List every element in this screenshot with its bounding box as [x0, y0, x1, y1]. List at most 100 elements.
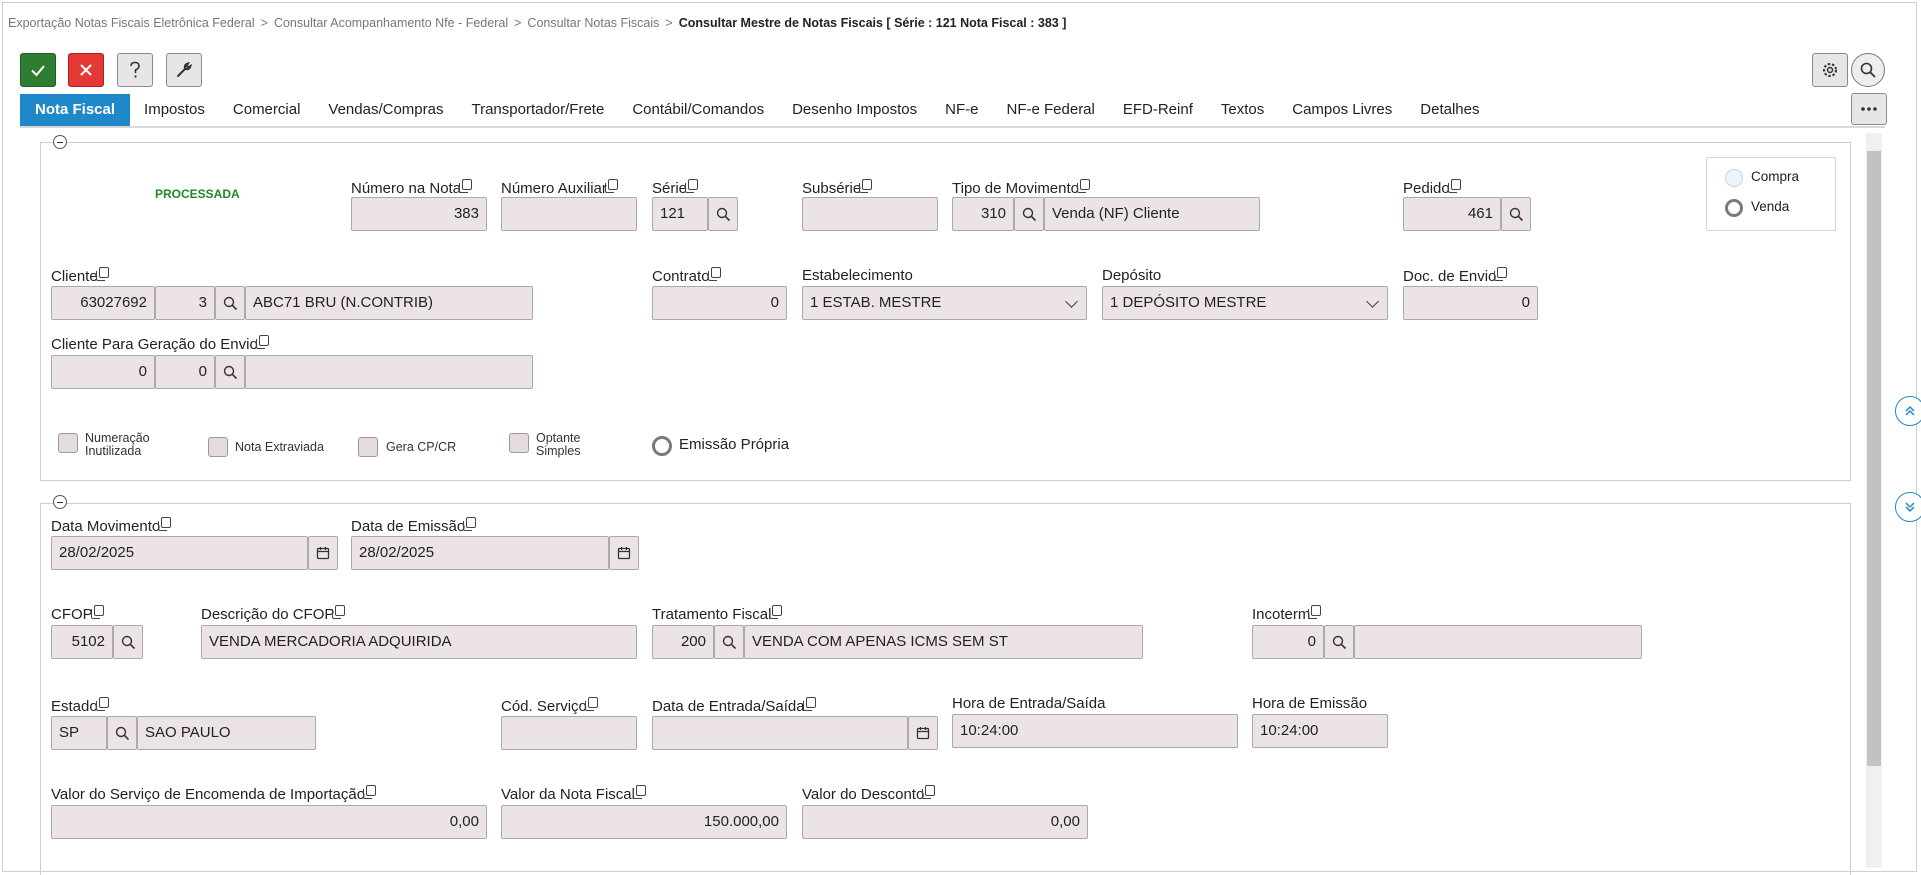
cliente-search-button[interactable] — [215, 286, 245, 320]
copy-icon[interactable] — [859, 179, 873, 193]
serie-search-button[interactable] — [708, 197, 738, 231]
cfop-search-button[interactable] — [113, 625, 143, 659]
confirm-button[interactable] — [20, 53, 56, 87]
data-entrada-saida-field[interactable] — [652, 716, 908, 750]
copy-icon[interactable] — [158, 517, 172, 531]
valor-desconto-field[interactable]: 0,00 — [802, 805, 1088, 839]
tab-impostos[interactable]: Impostos — [130, 94, 219, 126]
cancel-button[interactable] — [68, 53, 104, 87]
breadcrumb-item-consultar-notas[interactable]: Consultar Notas Fiscais — [527, 16, 659, 30]
cliente-envio-search-button[interactable] — [215, 355, 245, 389]
scroll-to-top-button[interactable] — [1895, 396, 1921, 426]
cliente-envio-seq-field[interactable]: 0 — [155, 355, 215, 389]
tab-efd-reinf[interactable]: EFD-Reinf — [1109, 94, 1207, 126]
tab-comercial[interactable]: Comercial — [219, 94, 315, 126]
nota-extraviada-checkbox[interactable] — [208, 437, 228, 457]
tipo-movimento-search-button[interactable] — [1014, 197, 1044, 231]
tab-textos[interactable]: Textos — [1207, 94, 1278, 126]
subserie-field[interactable] — [802, 197, 938, 231]
tab-transportador-frete[interactable]: Transportador/Frete — [457, 94, 618, 126]
tratamento-fiscal-code-field[interactable]: 200 — [652, 625, 714, 659]
copy-icon[interactable] — [1308, 605, 1322, 619]
gera-cp-cr-checkbox[interactable] — [358, 437, 378, 457]
incoterm-search-button[interactable] — [1324, 625, 1354, 659]
tratamento-fiscal-desc-field[interactable]: VENDA COM APENAS ICMS SEM ST — [744, 625, 1143, 659]
incoterm-desc-field[interactable] — [1354, 625, 1642, 659]
numero-nota-field[interactable]: 383 — [351, 197, 487, 231]
estado-desc-field[interactable]: SAO PAULO — [137, 716, 316, 750]
contrato-field[interactable]: 0 — [652, 286, 787, 320]
numeracao-inutilizada-checkbox[interactable] — [58, 433, 78, 453]
breadcrumb-item-acompanhamento[interactable]: Consultar Acompanhamento Nfe - Federal — [274, 16, 508, 30]
hora-entrada-saida-field[interactable]: 10:24:00 — [952, 714, 1238, 748]
tab-detalhes[interactable]: Detalhes — [1406, 94, 1493, 126]
copy-icon[interactable] — [584, 697, 598, 711]
radio-venda[interactable] — [1725, 199, 1743, 217]
data-entrada-saida-calendar-button[interactable] — [908, 716, 938, 750]
tab-nota-fiscal[interactable]: Nota Fiscal — [20, 94, 131, 126]
settings-button[interactable] — [1812, 53, 1848, 87]
hora-emissao-field[interactable]: 10:24:00 — [1252, 714, 1388, 748]
tratamento-fiscal-search-button[interactable] — [714, 625, 744, 659]
tools-button[interactable] — [166, 53, 202, 87]
cliente-code-field[interactable]: 63027692 — [51, 286, 155, 320]
copy-icon[interactable] — [95, 267, 109, 281]
tipo-movimento-desc-field[interactable]: Venda (NF) Cliente — [1044, 197, 1260, 231]
optante-simples-checkbox[interactable] — [509, 433, 529, 453]
scroll-to-bottom-button[interactable] — [1895, 492, 1921, 522]
scrollbar-thumb[interactable] — [1867, 151, 1881, 766]
deposito-select[interactable]: 1 DEPÓSITO MESTRE — [1102, 286, 1388, 320]
copy-icon[interactable] — [332, 605, 346, 619]
data-emissao-field[interactable]: 28/02/2025 — [351, 536, 609, 570]
copy-icon[interactable] — [769, 605, 783, 619]
copy-icon[interactable] — [255, 335, 269, 349]
valor-servico-field[interactable]: 0,00 — [51, 805, 487, 839]
cliente-envio-code-field[interactable]: 0 — [51, 355, 155, 389]
tab-vendas-compras[interactable]: Vendas/Compras — [314, 94, 457, 126]
search-button[interactable] — [1851, 53, 1885, 87]
copy-icon[interactable] — [95, 697, 109, 711]
copy-icon[interactable] — [604, 179, 618, 193]
tab-nfe-federal[interactable]: NF-e Federal — [993, 94, 1109, 126]
radio-compra[interactable] — [1725, 169, 1743, 187]
tab-campos-livres[interactable]: Campos Livres — [1278, 94, 1406, 126]
data-movimento-field[interactable]: 28/02/2025 — [51, 536, 308, 570]
copy-icon[interactable] — [459, 179, 473, 193]
valor-nota-fiscal-field[interactable]: 150.000,00 — [501, 805, 787, 839]
cliente-name-field[interactable]: ABC71 BRU (N.CONTRIB) — [245, 286, 533, 320]
pedido-field[interactable]: 461 — [1403, 197, 1501, 231]
data-movimento-calendar-button[interactable] — [308, 536, 338, 570]
copy-icon[interactable] — [463, 517, 477, 531]
copy-icon[interactable] — [632, 785, 646, 799]
help-button[interactable] — [117, 53, 153, 87]
copy-icon[interactable] — [363, 785, 377, 799]
breadcrumb-item-exportacao[interactable]: Exportação Notas Fiscais Eletrônica Fede… — [8, 16, 255, 30]
estado-search-button[interactable] — [107, 716, 137, 750]
copy-icon[interactable] — [802, 697, 816, 711]
copy-icon[interactable] — [685, 179, 699, 193]
tab-desenho-impostos[interactable]: Desenho Impostos — [778, 94, 931, 126]
copy-icon[interactable] — [922, 785, 936, 799]
descricao-cfop-field[interactable]: VENDA MERCADORIA ADQUIRIDA — [201, 625, 637, 659]
incoterm-code-field[interactable]: 0 — [1252, 625, 1324, 659]
serie-field[interactable]: 121 — [652, 197, 708, 231]
tipo-movimento-code-field[interactable]: 310 — [952, 197, 1014, 231]
cod-servico-field[interactable] — [501, 716, 637, 750]
more-options-button[interactable] — [1851, 93, 1887, 125]
copy-icon[interactable] — [707, 267, 721, 281]
tab-contabil-comandos[interactable]: Contábil/Comandos — [618, 94, 778, 126]
cfop-field[interactable]: 5102 — [51, 625, 113, 659]
copy-icon[interactable] — [90, 605, 104, 619]
estabelecimento-select[interactable]: 1 ESTAB. MESTRE — [802, 286, 1087, 320]
collapse-section-2-icon[interactable] — [53, 495, 67, 509]
copy-icon[interactable] — [1494, 267, 1508, 281]
estado-code-field[interactable]: SP — [51, 716, 107, 750]
copy-icon[interactable] — [1447, 179, 1461, 193]
cliente-envio-name-field[interactable] — [245, 355, 533, 389]
tab-nfe[interactable]: NF-e — [931, 94, 992, 126]
doc-envio-field[interactable]: 0 — [1403, 286, 1538, 320]
data-emissao-calendar-button[interactable] — [609, 536, 639, 570]
numero-auxiliar-field[interactable] — [501, 197, 637, 231]
pedido-search-button[interactable] — [1501, 197, 1531, 231]
emissao-propria-radio[interactable] — [652, 436, 672, 456]
